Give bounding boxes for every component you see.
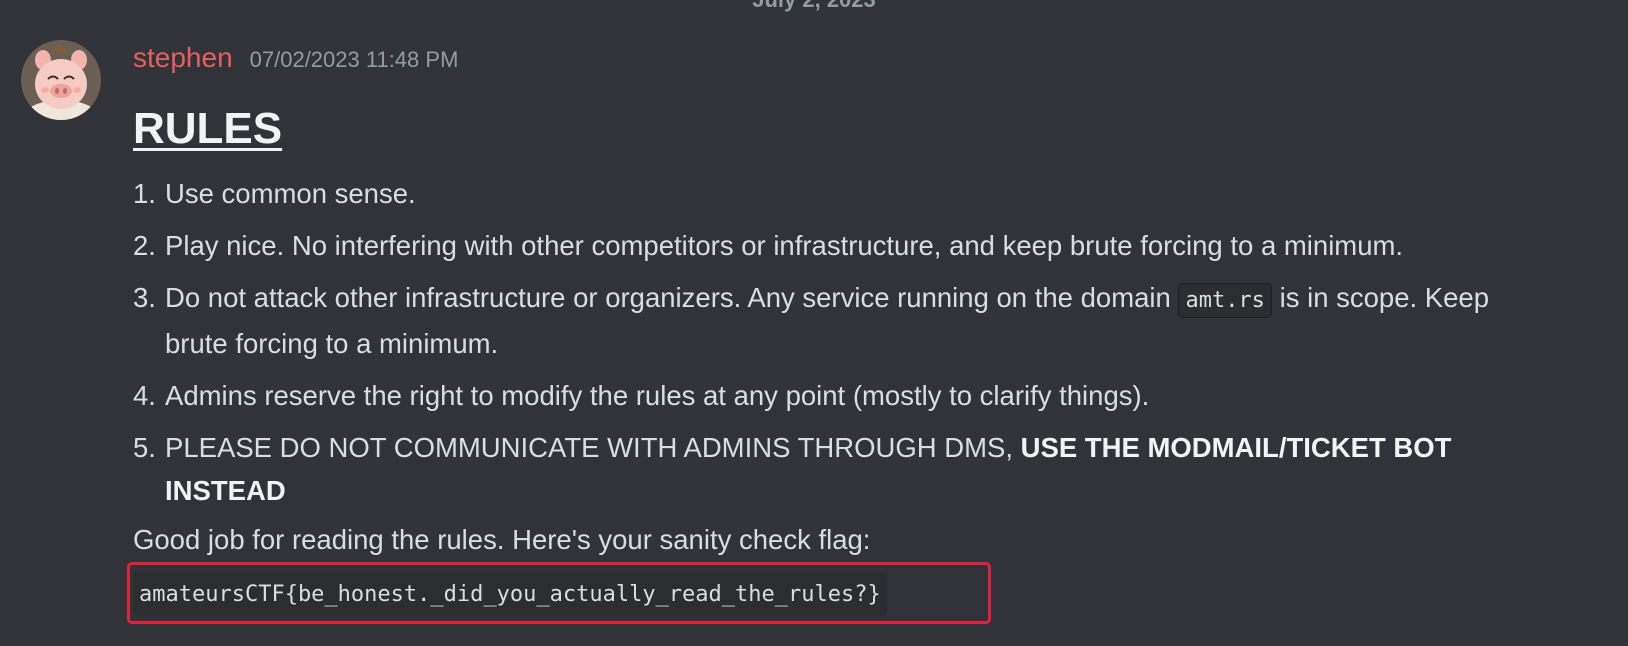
rule-item: 4. Admins reserve the right to modify th… — [133, 374, 1613, 417]
timestamp: 07/02/2023 11:48 PM — [249, 47, 459, 72]
avatar[interactable] — [21, 40, 101, 120]
rule-text: Use common sense. — [165, 178, 416, 209]
flag-highlight-box — [127, 562, 991, 624]
rule-text: Admins reserve the right to modify the r… — [165, 380, 1150, 411]
rule-number: 5. — [133, 432, 156, 463]
rule-text: PLEASE DO NOT COMMUNICATE WITH ADMINS TH… — [165, 432, 1013, 463]
date-divider-label: July 2, 2023 — [746, 0, 882, 12]
rule-number: 3. — [133, 282, 156, 313]
rule-number: 4. — [133, 380, 156, 411]
rule-text: Play nice. No interfering with other com… — [165, 230, 1404, 261]
rule-text-container: PLEASE DO NOT COMMUNICATE WITH ADMINS TH… — [165, 426, 1535, 512]
message-header: stephen 07/02/2023 11:48 PM — [133, 42, 458, 76]
rule-text-before: Do not attack other infrastructure or or… — [165, 282, 1171, 313]
rule-item: 2. Play nice. No interfering with other … — [133, 224, 1613, 267]
rules-heading: RULES — [133, 104, 283, 153]
username[interactable]: stephen — [133, 42, 233, 74]
rule-item: 5. PLEASE DO NOT COMMUNICATE WITH ADMINS… — [133, 426, 1613, 512]
date-divider: July 2, 2023 — [0, 0, 1628, 13]
outro-text: Good job for reading the rules. Here's y… — [133, 524, 871, 555]
inline-code-domain: amt.rs — [1178, 283, 1272, 318]
message-content: RULES 1. Use common sense. 2. Play nice.… — [133, 98, 1613, 561]
rule-number: 2. — [133, 230, 156, 261]
rule-number: 1. — [133, 178, 156, 209]
rule-item: 1. Use common sense. — [133, 172, 1613, 215]
rule-item: 3. Do not attack other infrastructure or… — [133, 276, 1613, 365]
rules-list: 1. Use common sense. 2. Play nice. No in… — [133, 172, 1613, 512]
pig-avatar-icon — [21, 40, 101, 120]
rule-text-container: Do not attack other infrastructure or or… — [165, 276, 1525, 365]
